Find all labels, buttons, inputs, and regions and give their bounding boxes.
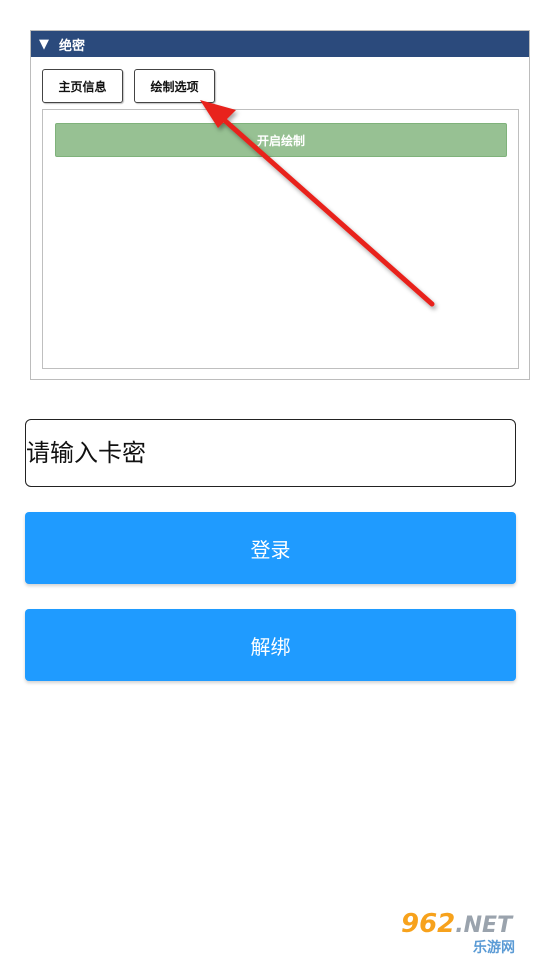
panel-header[interactable]: ▼ 绝密	[31, 31, 529, 57]
collapse-triangle-icon[interactable]: ▼	[39, 37, 49, 52]
tab-content-area: 开启绘制	[42, 109, 519, 369]
watermark-suffix: .NET	[455, 913, 513, 938]
start-drawing-button[interactable]: 开启绘制	[55, 123, 507, 157]
card-key-input[interactable]	[25, 419, 516, 487]
site-watermark-logo: 962.NET 乐游网	[401, 909, 535, 956]
tab-draw-options[interactable]: 绘制选项	[134, 69, 215, 103]
secret-panel: ▼ 绝密 主页信息 绘制选项 开启绘制	[30, 30, 530, 380]
tab-home-info[interactable]: 主页信息	[42, 69, 123, 103]
panel-title: 绝密	[59, 38, 86, 54]
login-button[interactable]: 登录	[25, 512, 516, 584]
unbind-button[interactable]: 解绑	[25, 609, 516, 681]
watermark-name: 乐游网	[473, 940, 515, 956]
watermark-number: 962	[401, 909, 456, 939]
